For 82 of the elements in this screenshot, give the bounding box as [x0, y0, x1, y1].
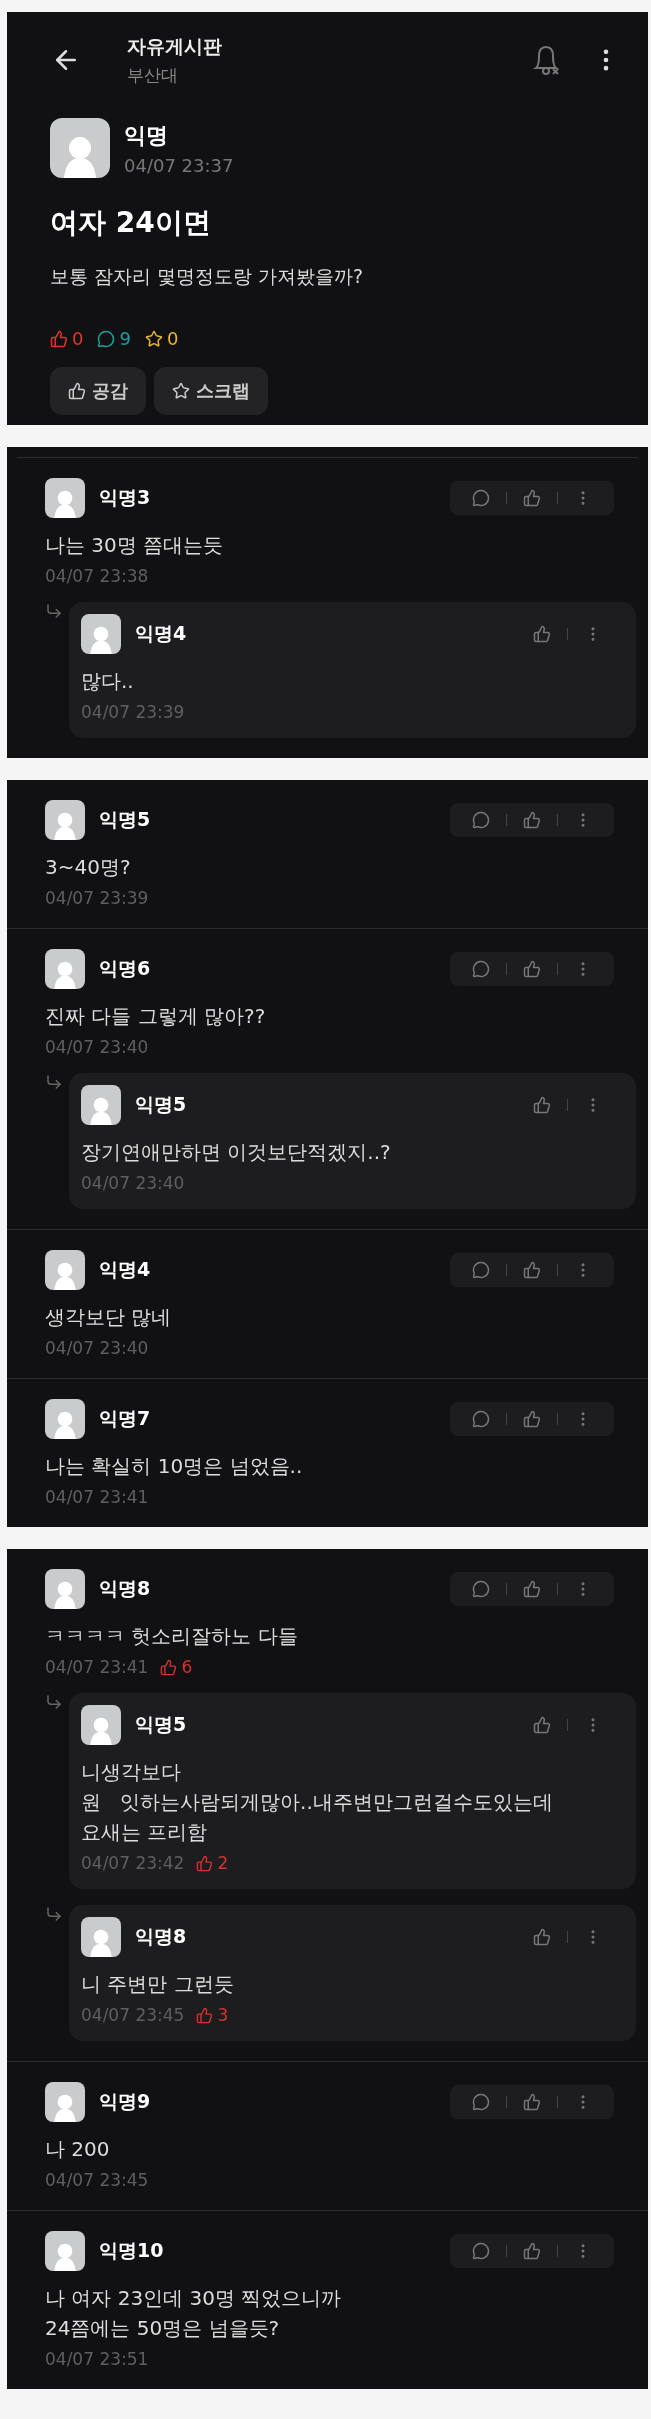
reply-icon[interactable]: [472, 2242, 490, 2260]
comment-text: 나는 30명 쯤대는듯: [45, 532, 225, 559]
comment-author: 익명7: [99, 1406, 152, 1431]
comment-time: 04/07 23:41: [45, 1487, 149, 1507]
comment-time: 04/07 23:42: [81, 1853, 185, 1873]
reply-icon[interactable]: [472, 2093, 490, 2111]
reply-arrow-icon: [45, 602, 63, 620]
comment-time: 04/07 23:40: [81, 1173, 185, 1193]
thumbs-up-icon[interactable]: [533, 1928, 551, 1946]
comment-time: 04/07 23:39: [45, 888, 149, 908]
comment-text: 나는 확실히 10명은 넘었음..: [45, 1453, 304, 1480]
thumbs-up-icon[interactable]: [523, 1410, 541, 1428]
reply-arrow-icon: [45, 1693, 63, 1711]
thumbs-up-icon[interactable]: [523, 960, 541, 978]
reply-icon[interactable]: [472, 811, 490, 829]
comment-author: 익명5: [135, 1712, 188, 1737]
like-count: 2: [196, 1853, 229, 1873]
comment-text: 나 200: [45, 2136, 111, 2163]
thumbs-up-icon[interactable]: [533, 1716, 551, 1734]
comment-text: 니생각보다 원 잇하는사람되게많아..내주변만그런걸수도있는데 요새는 프리함: [81, 1759, 554, 1846]
comment-time: 04/07 23:51: [45, 2349, 149, 2369]
comment-author: 익명3: [99, 485, 152, 510]
post-title: 여자 24이면: [50, 205, 212, 241]
comment-text: 니 주변만 그런듯: [81, 1971, 235, 1998]
thumbs-up-icon[interactable]: [533, 625, 551, 643]
comment-time: 04/07 23:41: [45, 1657, 149, 1677]
comment-time: 04/07 23:40: [45, 1338, 149, 1358]
reply-icon[interactable]: [472, 489, 490, 507]
comment-author: 익명9: [99, 2089, 152, 2114]
thumbs-up-icon[interactable]: [523, 2242, 541, 2260]
post-author: 익명: [124, 121, 169, 150]
speech-bubble-icon: [97, 329, 116, 348]
comment-author: 익명8: [135, 1924, 188, 1949]
reply-arrow-icon: [45, 1905, 63, 1923]
comment-text: 장기연애만하면 이것보단적겠지..?: [81, 1139, 392, 1166]
comment-author: 익명8: [99, 1576, 152, 1601]
reply-icon[interactable]: [472, 960, 490, 978]
reply-icon[interactable]: [472, 1261, 490, 1279]
thumbs-up-icon: [196, 1854, 214, 1872]
comment-author: 익명10: [99, 2238, 165, 2263]
comment-time: 04/07 23:40: [45, 1037, 149, 1057]
thumbs-up-icon: [68, 382, 86, 400]
comment-text: 3~40명?: [45, 854, 132, 881]
comment-author: 익명4: [99, 1257, 152, 1282]
thumbs-up-icon: [196, 2006, 214, 2024]
comment-author: 익명6: [99, 956, 152, 981]
comment-text: 진짜 다들 그렇게 많아??: [45, 1003, 267, 1030]
count: 9: [97, 328, 131, 349]
count: 0: [144, 328, 179, 349]
comment-author: 익명4: [135, 621, 188, 646]
comment-author: 익명5: [99, 807, 152, 832]
post-body: 보통 잠자리 몇명정도랑 가져봤을까?: [50, 264, 365, 289]
reply-icon[interactable]: [472, 1580, 490, 1598]
reply-arrow-icon: [45, 1073, 63, 1091]
like-button[interactable]: 공감: [50, 367, 146, 415]
thumbs-up-icon[interactable]: [533, 1096, 551, 1114]
comment-text: ㅋㅋㅋㅋ 헛소리잘하노 다들: [45, 1623, 299, 1650]
like-count: 3: [196, 2005, 229, 2025]
thumbs-up-icon: [50, 329, 68, 348]
post-time: 04/07 23:37: [124, 154, 234, 176]
comment-time: 04/07 23:39: [81, 702, 185, 722]
thumbs-up-icon[interactable]: [523, 811, 541, 829]
thumbs-up-icon: [160, 1658, 178, 1676]
comment-time: 04/07 23:45: [45, 2170, 149, 2190]
comment-time: 04/07 23:38: [45, 566, 149, 586]
comment-time: 04/07 23:45: [81, 2005, 185, 2025]
star-icon: [172, 382, 190, 400]
scrap-button[interactable]: 스크랩: [154, 367, 268, 415]
thumbs-up-icon[interactable]: [523, 1580, 541, 1598]
school-name: 부산대: [127, 63, 179, 87]
like-count: 6: [160, 1657, 193, 1677]
star-icon: [144, 329, 163, 348]
thumbs-up-icon[interactable]: [523, 1261, 541, 1279]
reply-icon[interactable]: [472, 1410, 490, 1428]
thumbs-up-icon[interactable]: [523, 489, 541, 507]
comment-text: 많다..: [81, 668, 135, 695]
board-title: 자유게시판: [127, 33, 223, 59]
count: 0: [50, 328, 84, 349]
comment-text: 나 여자 23인데 30명 찍었으니까 24쯤에는 50명은 넘을듯?: [45, 2285, 343, 2342]
thumbs-up-icon[interactable]: [523, 2093, 541, 2111]
comment-text: 생각보단 많네: [45, 1304, 173, 1331]
comment-author: 익명5: [135, 1092, 188, 1117]
